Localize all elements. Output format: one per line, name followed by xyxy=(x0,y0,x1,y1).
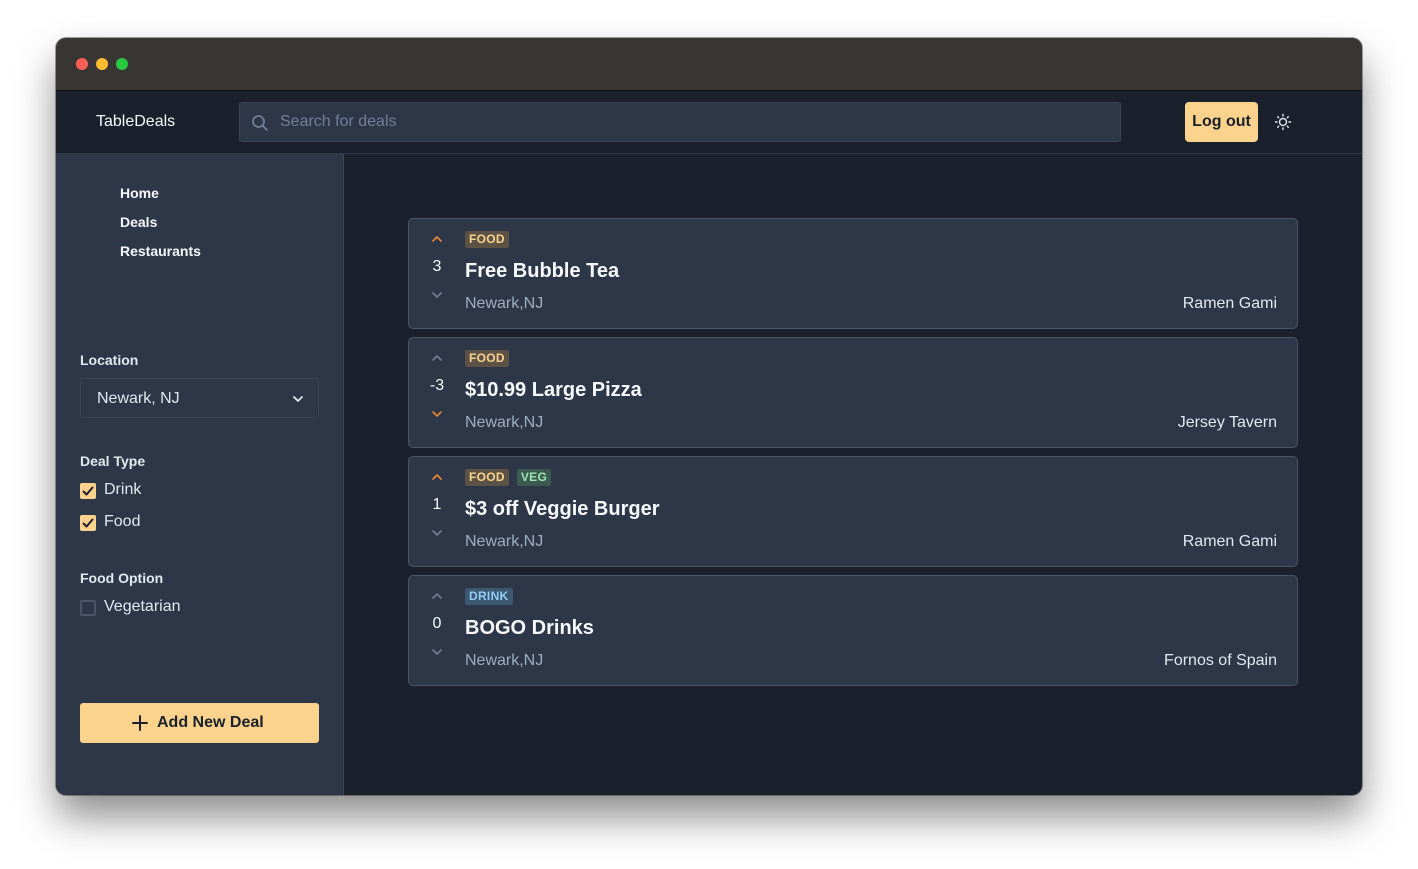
chevron-down-icon xyxy=(293,396,303,402)
deal-tags: FOOD xyxy=(465,350,509,367)
deal-location: Newark,NJ xyxy=(465,295,544,312)
drink-tag: DRINK xyxy=(465,588,513,605)
deals-list: 3 FOOD Free Bubble Tea Newark,NJ Ramen G… xyxy=(344,154,1362,795)
vote-count: -3 xyxy=(429,377,445,394)
close-window-button[interactable] xyxy=(76,58,88,70)
deal-card[interactable]: -3 FOOD $10.99 Large Pizza Newark,NJ Jer… xyxy=(408,337,1298,448)
maximize-window-button[interactable] xyxy=(116,58,128,70)
food-tag: FOOD xyxy=(465,350,509,367)
food-checkbox[interactable] xyxy=(80,515,96,531)
deal-location: Newark,NJ xyxy=(465,414,544,431)
food-tag: FOOD xyxy=(465,231,509,248)
deal-location: Newark,NJ xyxy=(465,652,544,669)
vote-count: 3 xyxy=(432,258,442,275)
deal-card[interactable]: 0 DRINK BOGO Drinks Newark,NJ Fornos of … xyxy=(408,575,1298,686)
location-label: Location xyxy=(80,352,139,368)
logout-button[interactable]: Log out xyxy=(1185,102,1258,142)
sidebar-item-restaurants[interactable]: Restaurants xyxy=(120,243,201,259)
deal-title[interactable]: $3 off Veggie Burger xyxy=(465,498,660,521)
chevron-up-icon[interactable] xyxy=(430,353,444,363)
deal-title[interactable]: Free Bubble Tea xyxy=(465,260,619,283)
deal-restaurant[interactable]: Ramen Gami xyxy=(1183,533,1277,551)
food-checkbox-label: Food xyxy=(104,513,141,530)
deal-tags: FOOD VEG xyxy=(465,469,552,486)
sidebar-item-home[interactable]: Home xyxy=(120,185,159,201)
title-bar xyxy=(56,38,1362,91)
food-tag: FOOD xyxy=(465,469,509,486)
location-select-value: Newark, NJ xyxy=(97,390,180,407)
drink-checkbox[interactable] xyxy=(80,483,96,499)
app-window: TableDeals Log out Home xyxy=(56,38,1362,795)
chevron-down-icon[interactable] xyxy=(430,528,444,538)
deal-restaurant[interactable]: Fornos of Spain xyxy=(1164,652,1277,670)
chevron-up-icon[interactable] xyxy=(430,591,444,601)
top-navbar: TableDeals Log out xyxy=(56,91,1362,154)
deal-title[interactable]: BOGO Drinks xyxy=(465,617,594,640)
deal-location: Newark,NJ xyxy=(465,533,544,550)
chevron-down-icon[interactable] xyxy=(430,290,444,300)
deal-type-label: Deal Type xyxy=(80,453,146,469)
plus-icon xyxy=(132,715,148,731)
chevron-up-icon[interactable] xyxy=(430,472,444,482)
vote-count: 0 xyxy=(432,615,442,632)
sidebar: Home Deals Restaurants Location Newark, … xyxy=(56,154,344,795)
brand-logo[interactable]: TableDeals xyxy=(96,113,175,131)
deal-card[interactable]: 1 FOOD VEG $3 off Veggie Burger Newark,N… xyxy=(408,456,1298,567)
minimize-window-button[interactable] xyxy=(96,58,108,70)
sun-icon[interactable] xyxy=(1274,113,1292,131)
search-icon xyxy=(252,115,268,131)
location-select[interactable]: Newark, NJ xyxy=(80,378,319,418)
vegetarian-checkbox[interactable] xyxy=(80,600,96,616)
deal-card[interactable]: 3 FOOD Free Bubble Tea Newark,NJ Ramen G… xyxy=(408,218,1298,329)
drink-checkbox-label: Drink xyxy=(104,481,142,498)
add-new-deal-label: Add New Deal xyxy=(157,714,264,731)
search-box[interactable] xyxy=(239,102,1121,142)
chevron-down-icon[interactable] xyxy=(430,409,444,419)
check-icon xyxy=(82,518,94,528)
deal-title[interactable]: $10.99 Large Pizza xyxy=(465,379,642,402)
vote-count: 1 xyxy=(432,496,442,513)
vegetarian-checkbox-label: Vegetarian xyxy=(104,598,181,615)
veg-tag: VEG xyxy=(516,469,552,486)
chevron-up-icon[interactable] xyxy=(430,234,444,244)
deal-tags: FOOD xyxy=(465,231,509,248)
add-new-deal-button[interactable]: Add New Deal xyxy=(80,703,319,743)
deal-tags: DRINK xyxy=(465,588,513,605)
check-icon xyxy=(82,486,94,496)
deal-restaurant[interactable]: Ramen Gami xyxy=(1183,295,1277,313)
food-option-label: Food Option xyxy=(80,570,164,586)
chevron-down-icon[interactable] xyxy=(430,647,444,657)
search-input[interactable] xyxy=(280,103,1100,141)
sidebar-item-deals[interactable]: Deals xyxy=(120,214,157,230)
deal-restaurant[interactable]: Jersey Tavern xyxy=(1178,414,1277,432)
